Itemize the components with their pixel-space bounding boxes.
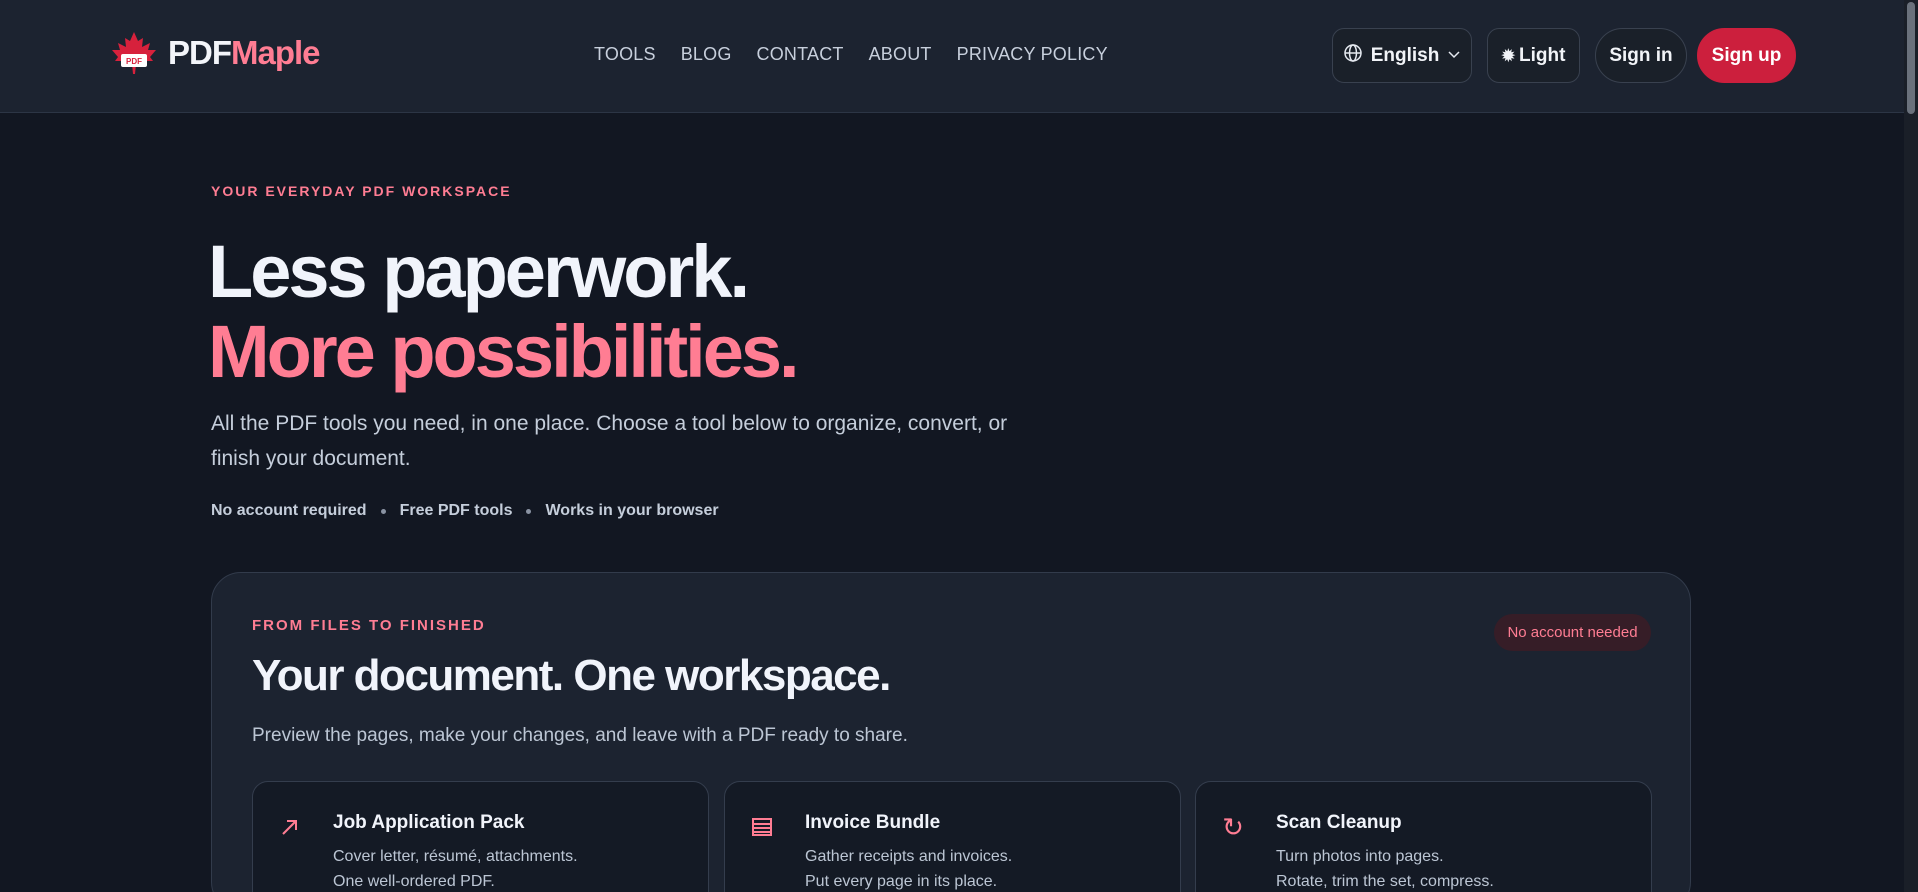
workflow-card-job-application[interactable]: Job Application Pack Cover letter, résum… [252,781,709,892]
workspace-eyebrow: FROM FILES TO FINISHED [252,617,486,634]
theme-toggle-button[interactable]: ✹ Light [1487,28,1580,83]
workflow-line: Gather receipts and invoices. [805,848,1013,865]
workspace-title: Your document. One workspace. [252,651,891,700]
site-header: PDF PDFMaple TOOLS BLOG CONTACT ABOUT PR… [0,0,1904,113]
arrow-up-right-icon [275,812,305,842]
workflow-title: Scan Cleanup [1276,812,1402,833]
nav-contact[interactable]: CONTACT [757,44,844,65]
badge-separator-dot [526,508,532,514]
workflow-line: Cover letter, résumé, attachments. [333,848,578,865]
badge-no-account: No account required [211,502,367,519]
nav-privacy-policy[interactable]: PRIVACY POLICY [957,44,1108,65]
logo-text: PDFMaple [168,34,321,72]
nav-tools[interactable]: TOOLS [594,44,656,65]
workflow-card-invoice-bundle[interactable]: Invoice Bundle Gather receipts and invoi… [724,781,1181,892]
document-lines-icon [747,812,777,842]
badge-free-tools: Free PDF tools [399,502,513,519]
hero-eyebrow: YOUR EVERYDAY PDF WORKSPACE [211,183,512,199]
nav-blog[interactable]: BLOG [681,44,732,65]
hero-badges: No account required Free PDF tools Works… [211,502,719,520]
badge-browser: Works in your browser [545,502,719,519]
workflow-line: Put every page in its place. [805,873,998,890]
hero-title-line2: More possibilities. [208,310,800,393]
language-select-button[interactable]: English [1332,28,1472,83]
scrollbar-thumb[interactable] [1907,2,1915,114]
no-account-pill: No account needed [1494,614,1651,651]
workflow-card-scan-cleanup[interactable]: ↻ Scan Cleanup Turn photos into pages. R… [1195,781,1652,892]
workflow-title: Job Application Pack [333,812,525,833]
logo-text-pdf: PDF [168,34,232,71]
workflow-line: Rotate, trim the set, compress. [1276,873,1494,890]
logo-text-maple: Maple [231,34,321,71]
sign-in-button[interactable]: Sign in [1595,28,1687,83]
workflow-title: Invoice Bundle [805,812,941,833]
nav-about[interactable]: ABOUT [869,44,932,65]
main-nav: TOOLS BLOG CONTACT ABOUT PRIVACY POLICY [594,44,1108,65]
hero-description: All the PDF tools you need, in one place… [211,412,1008,470]
sign-up-button[interactable]: Sign up [1697,28,1796,83]
logo-mark-text: PDF [126,57,142,66]
page-scrollbar[interactable] [1904,0,1918,892]
language-label: English [1370,44,1440,66]
badge-separator-dot [380,508,386,514]
globe-icon [1343,43,1363,69]
maple-leaf-logo-icon: PDF [108,30,160,76]
rotate-icon: ↻ [1222,811,1244,842]
logo-link[interactable]: PDF PDFMaple [108,30,321,76]
hero-title-line1: Less paperwork. [208,230,750,313]
workspace-description: Preview the pages, make your changes, an… [252,725,908,746]
hero-title: Less paperwork. More possibilities. [208,230,800,393]
workflow-line: Turn photos into pages. [1276,848,1444,865]
chevron-down-icon [1447,45,1461,67]
workflow-line: One well-ordered PDF. [333,873,495,890]
sun-icon: ✹ [1501,47,1515,65]
theme-label: Light [1518,44,1566,66]
workspace-card: FROM FILES TO FINISHED No account needed… [211,572,1691,892]
